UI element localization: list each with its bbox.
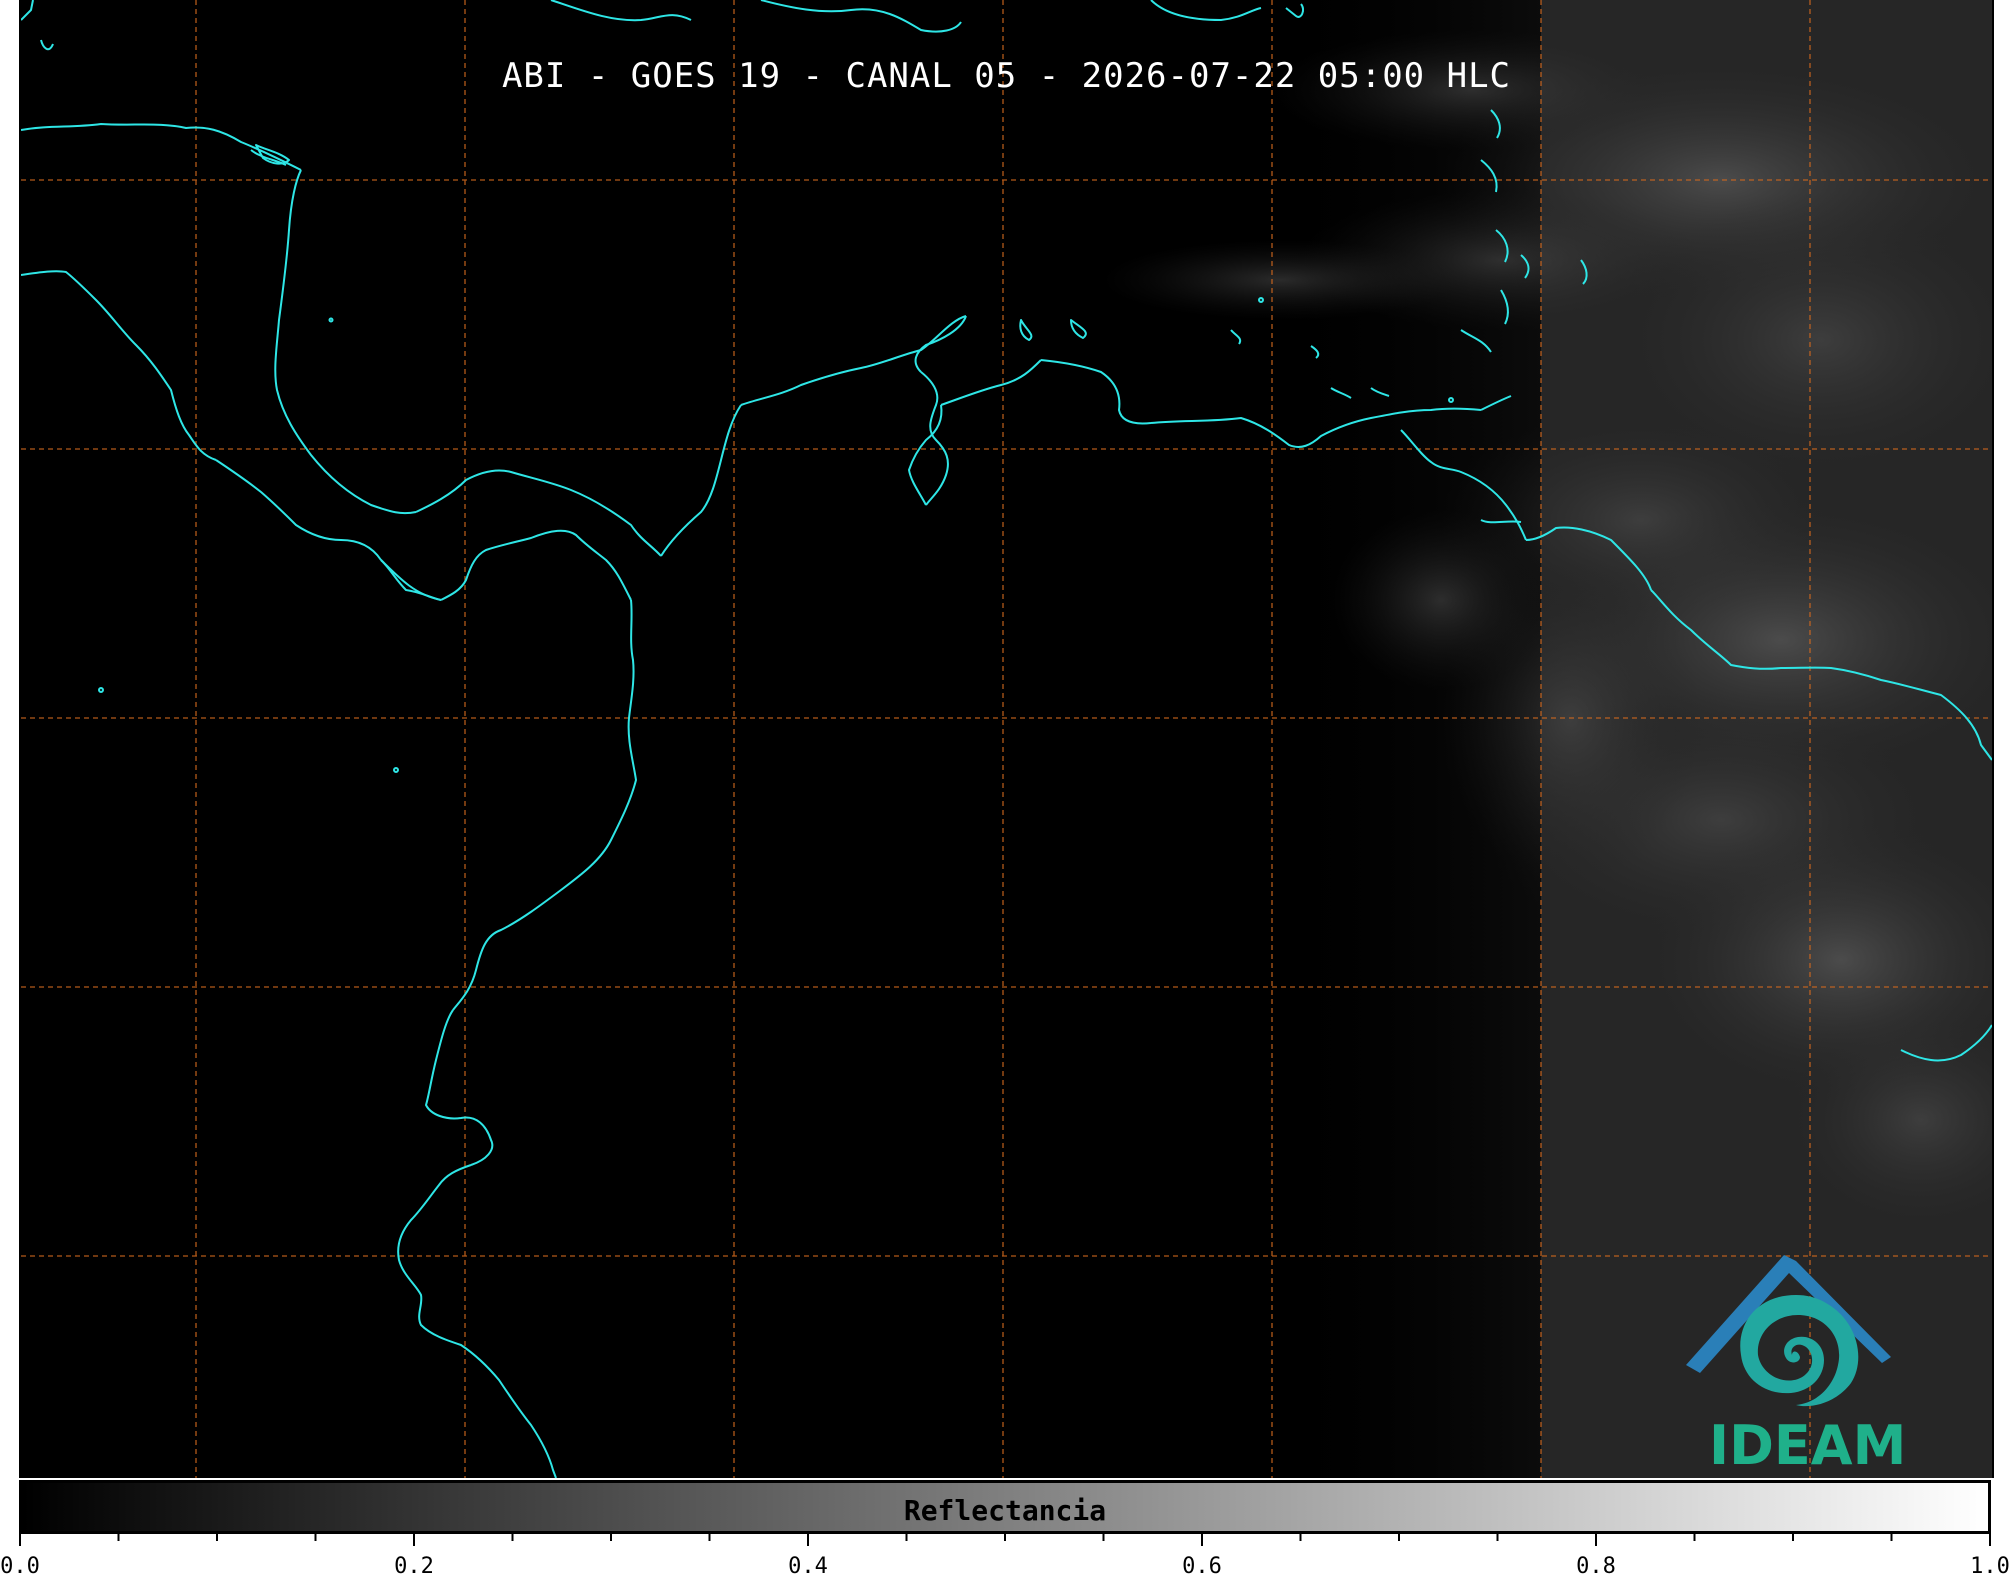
satellite-map-panel[interactable]: ABI - GOES 19 - CANAL 05 - 2026-07-22 05… <box>19 0 1994 1478</box>
colorbar-tick-label: 0.2 <box>394 1554 434 1579</box>
colorbar-tick-label: 0.6 <box>1182 1554 1222 1579</box>
colorbar-tick-label: 0.0 <box>0 1554 40 1579</box>
colorbar-tick-label: 0.8 <box>1576 1554 1616 1579</box>
colorbar-label: Reflectancia <box>903 1494 1107 1527</box>
colorbar: Reflectancia <box>19 1480 1991 1534</box>
colorbar-tick-label: 0.4 <box>788 1554 828 1579</box>
figure: ABI - GOES 19 - CANAL 05 - 2026-07-22 05… <box>0 0 2011 1579</box>
map-title: ABI - GOES 19 - CANAL 05 - 2026-07-22 05… <box>501 56 1512 96</box>
colorbar-tick-label: 1.0 <box>1970 1554 2010 1579</box>
colorbar-ticks <box>19 1532 1991 1546</box>
logo-text: IDEAM <box>1709 1414 1907 1477</box>
